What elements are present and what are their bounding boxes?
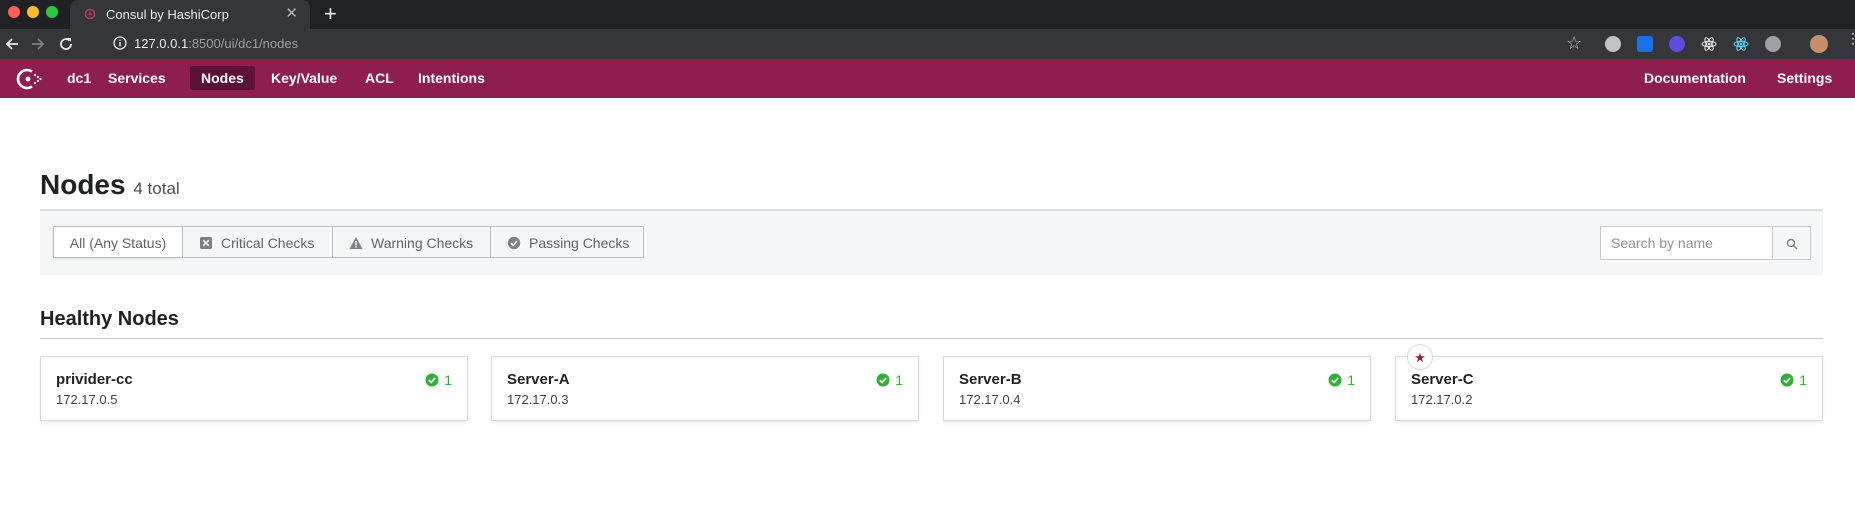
info-icon[interactable] — [112, 35, 128, 51]
node-address: 172.17.0.5 — [56, 392, 118, 407]
check-circle-icon — [507, 236, 521, 250]
passing-count: 1 — [895, 372, 903, 388]
extension-trello-icon[interactable] — [1637, 36, 1653, 52]
forward-icon[interactable] — [28, 34, 48, 54]
node-name: privider-cc — [56, 371, 133, 388]
search-icon — [1786, 238, 1798, 250]
new-tab-icon[interactable]: + — [324, 3, 337, 25]
node-name: Server-A — [507, 371, 570, 388]
check-circle-icon — [1780, 373, 1794, 387]
passing-checks-badge: 1 — [425, 372, 452, 388]
search-input[interactable] — [1600, 226, 1772, 260]
section-divider — [40, 338, 1823, 339]
filter-warning[interactable]: Warning Checks — [332, 226, 491, 258]
node-address: 172.17.0.3 — [507, 392, 569, 407]
window-minimize-button[interactable] — [27, 6, 39, 18]
search-box — [1600, 226, 1811, 260]
node-card[interactable]: ★ Server-C 172.17.0.2 1 — [1395, 344, 1823, 421]
extension-react-devtools-icon[interactable] — [1733, 36, 1749, 52]
passing-checks-badge: 1 — [876, 372, 903, 388]
filter-bar: All (Any Status) Critical Checks Warning… — [40, 211, 1823, 275]
x-square-icon — [200, 237, 212, 249]
address-bar[interactable]: 127.0.0.1:8500/ui/dc1/nodes — [112, 35, 1592, 53]
reload-icon[interactable] — [56, 34, 76, 54]
node-name: Server-B — [959, 371, 1022, 388]
passing-count: 1 — [1347, 372, 1355, 388]
browser-menu-icon[interactable]: ⋮ — [1846, 31, 1855, 45]
browser-toolbar: 127.0.0.1:8500/ui/dc1/nodes ☆ ⋮ — [0, 29, 1855, 59]
node-address: 172.17.0.2 — [1411, 392, 1473, 407]
passing-count: 1 — [1799, 372, 1807, 388]
filter-all-label: All (Any Status) — [69, 235, 167, 251]
url-host: 127.0.0.1 — [134, 36, 189, 51]
passing-count: 1 — [444, 372, 452, 388]
consul-navbar: dc1 Services Nodes Key/Value ACL Intenti… — [0, 59, 1855, 98]
extension-globe-icon[interactable] — [1605, 36, 1621, 52]
node-count: 4 total — [133, 179, 180, 198]
section-title: Healthy Nodes — [40, 308, 179, 330]
nav-key-value[interactable]: Key/Value — [260, 66, 348, 90]
tab-close-icon[interactable]: ✕ — [285, 5, 298, 22]
url-path: :8500/ui/dc1/nodes — [188, 36, 299, 51]
nav-services[interactable]: Services — [97, 66, 177, 90]
browser-tab-bar: Consul by HashiCorp ✕ + — [0, 0, 1855, 29]
check-circle-icon — [1328, 373, 1342, 387]
filter-critical-label: Critical Checks — [221, 235, 315, 251]
filter-all-status[interactable]: All (Any Status) — [53, 226, 183, 258]
page-title: Nodes 4 total — [40, 169, 180, 205]
bookmark-star-icon[interactable]: ☆ — [1566, 33, 1582, 53]
tab-title: Consul by HashiCorp — [106, 7, 229, 22]
warning-triangle-icon — [349, 237, 363, 249]
extension-redux-icon[interactable] — [1669, 36, 1685, 52]
window-close-button[interactable] — [8, 6, 20, 18]
filter-warning-label: Warning Checks — [371, 235, 474, 251]
nav-acl[interactable]: ACL — [354, 66, 405, 90]
filter-passing-label: Passing Checks — [529, 235, 630, 251]
profile-avatar[interactable] — [1810, 35, 1828, 53]
status-filter-group: All (Any Status) Critical Checks Warning… — [53, 226, 644, 258]
url-text: 127.0.0.1:8500/ui/dc1/nodes — [134, 36, 298, 51]
passing-checks-badge: 1 — [1328, 372, 1355, 388]
nav-settings[interactable]: Settings — [1766, 66, 1843, 90]
star-icon: ★ — [1407, 344, 1433, 370]
passing-checks-badge: 1 — [1780, 372, 1807, 388]
filter-passing[interactable]: Passing Checks — [490, 226, 644, 258]
consul-logo-icon[interactable] — [15, 66, 43, 92]
extension-react-icon[interactable] — [1701, 36, 1717, 52]
back-icon[interactable] — [2, 34, 22, 54]
check-circle-icon — [876, 373, 890, 387]
window-zoom-button[interactable] — [46, 6, 58, 18]
page-title-text: Nodes — [40, 169, 126, 200]
search-button[interactable] — [1772, 226, 1811, 260]
nav-nodes[interactable]: Nodes — [190, 66, 255, 90]
node-card[interactable]: privider-cc 172.17.0.5 1 — [40, 356, 468, 421]
nav-intentions[interactable]: Intentions — [407, 66, 496, 90]
nav-documentation[interactable]: Documentation — [1633, 66, 1757, 90]
filter-critical[interactable]: Critical Checks — [182, 226, 333, 258]
node-card[interactable]: Server-B 172.17.0.4 1 — [943, 356, 1371, 421]
node-card[interactable]: Server-A 172.17.0.3 1 — [491, 356, 919, 421]
extension-settings-icon[interactable] — [1765, 36, 1781, 52]
nav-datacenter[interactable]: dc1 — [56, 66, 102, 90]
node-address: 172.17.0.4 — [959, 392, 1021, 407]
browser-tab[interactable]: Consul by HashiCorp ✕ — [70, 0, 310, 29]
consul-favicon-icon — [84, 8, 96, 20]
node-name: Server-C — [1411, 371, 1474, 388]
check-circle-icon — [425, 373, 439, 387]
